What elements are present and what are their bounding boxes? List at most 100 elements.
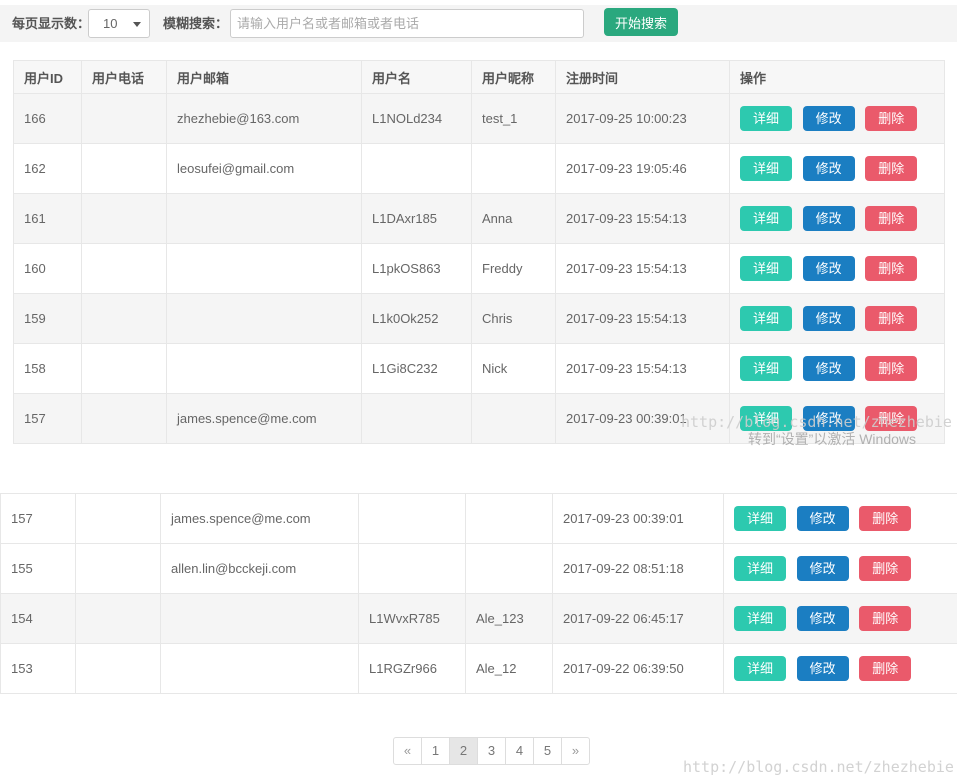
detail-button[interactable]: 详细	[734, 506, 786, 531]
cell-register-time: 2017-09-23 00:39:01	[556, 394, 730, 444]
cell-user-phone	[82, 344, 167, 394]
cell-actions: 详细 修改 删除	[724, 544, 957, 594]
cell-user-phone	[82, 144, 167, 194]
cell-nickname: Ale_12	[466, 644, 553, 694]
cell-user-email: leosufei@gmail.com	[167, 144, 362, 194]
pagination-page-2-active[interactable]: 2	[449, 737, 478, 765]
header-nickname: 用户昵称	[472, 61, 556, 94]
per-page-select[interactable]: 10	[88, 9, 150, 38]
cell-user-id: 162	[14, 144, 82, 194]
edit-button[interactable]: 修改	[797, 506, 849, 531]
edit-button[interactable]: 修改	[797, 606, 849, 631]
detail-button[interactable]: 详细	[734, 606, 786, 631]
edit-button[interactable]: 修改	[803, 306, 855, 331]
delete-button[interactable]: 删除	[859, 606, 911, 631]
cell-user-email	[167, 194, 362, 244]
cell-actions: 详细 修改 删除	[730, 244, 945, 294]
edit-button[interactable]: 修改	[803, 206, 855, 231]
cell-register-time: 2017-09-22 08:51:18	[553, 544, 724, 594]
delete-button[interactable]: 删除	[865, 356, 917, 381]
detail-button[interactable]: 详细	[740, 356, 792, 381]
per-page-selected-value: 10	[103, 10, 117, 37]
cell-nickname: Freddy	[472, 244, 556, 294]
delete-button[interactable]: 删除	[859, 506, 911, 531]
cell-user-phone	[76, 494, 161, 544]
cell-register-time: 2017-09-23 19:05:46	[556, 144, 730, 194]
cell-username	[362, 394, 472, 444]
cell-username: L1Gi8C232	[362, 344, 472, 394]
detail-button[interactable]: 详细	[734, 656, 786, 681]
pagination-prev[interactable]: «	[393, 737, 422, 765]
cell-user-id: 160	[14, 244, 82, 294]
detail-button[interactable]: 详细	[740, 106, 792, 131]
cell-actions: 详细 修改 删除	[724, 644, 957, 694]
pagination-next[interactable]: »	[561, 737, 590, 765]
delete-button[interactable]: 删除	[859, 556, 911, 581]
table-row: 155 allen.lin@bcckeji.com 2017-09-22 08:…	[1, 544, 957, 594]
delete-button[interactable]: 删除	[859, 656, 911, 681]
per-page-label: 每页显示数：	[12, 5, 90, 42]
cell-user-email	[167, 244, 362, 294]
cell-nickname	[466, 544, 553, 594]
edit-button[interactable]: 修改	[803, 106, 855, 131]
cell-user-email: james.spence@me.com	[167, 394, 362, 444]
table-row: 159 L1k0Ok252 Chris 2017-09-23 15:54:13 …	[14, 294, 945, 344]
pagination-page-5[interactable]: 5	[533, 737, 562, 765]
table-row: 153 L1RGZr966 Ale_12 2017-09-22 06:39:50…	[1, 644, 957, 694]
edit-button[interactable]: 修改	[803, 156, 855, 181]
cell-user-id: 166	[14, 94, 82, 144]
cell-actions: 详细 修改 删除	[730, 394, 945, 444]
header-user-phone: 用户电话	[82, 61, 167, 94]
cell-register-time: 2017-09-25 10:00:23	[556, 94, 730, 144]
edit-button[interactable]: 修改	[797, 656, 849, 681]
user-table-section2: 157 james.spence@me.com 2017-09-23 00:39…	[0, 493, 957, 694]
cell-user-email	[167, 294, 362, 344]
detail-button[interactable]: 详细	[740, 256, 792, 281]
edit-button[interactable]: 修改	[803, 356, 855, 381]
cell-user-email: allen.lin@bcckeji.com	[161, 544, 359, 594]
cell-user-id: 157	[1, 494, 76, 544]
cell-actions: 详细 修改 删除	[730, 194, 945, 244]
cell-user-id: 155	[1, 544, 76, 594]
search-input[interactable]	[230, 9, 584, 38]
delete-button[interactable]: 删除	[865, 156, 917, 181]
cell-nickname: Chris	[472, 294, 556, 344]
cell-user-email	[161, 594, 359, 644]
cell-username: L1pkOS863	[362, 244, 472, 294]
cell-nickname: test_1	[472, 94, 556, 144]
table-row: 154 L1WvxR785 Ale_123 2017-09-22 06:45:1…	[1, 594, 957, 644]
control-bar: 每页显示数： 10 模糊搜索： 开始搜索	[0, 5, 957, 42]
cell-actions: 详细 修改 删除	[730, 94, 945, 144]
cell-register-time: 2017-09-23 15:54:13	[556, 294, 730, 344]
header-username: 用户名	[362, 61, 472, 94]
pagination-page-4[interactable]: 4	[505, 737, 534, 765]
edit-button[interactable]: 修改	[803, 406, 855, 431]
pagination-page-1[interactable]: 1	[421, 737, 450, 765]
edit-button[interactable]: 修改	[803, 256, 855, 281]
delete-button[interactable]: 删除	[865, 106, 917, 131]
detail-button[interactable]: 详细	[740, 306, 792, 331]
pagination-page-3[interactable]: 3	[477, 737, 506, 765]
detail-button[interactable]: 详细	[734, 556, 786, 581]
cell-user-phone	[82, 194, 167, 244]
table-row: 158 L1Gi8C232 Nick 2017-09-23 15:54:13 详…	[14, 344, 945, 394]
delete-button[interactable]: 删除	[865, 206, 917, 231]
cell-register-time: 2017-09-22 06:39:50	[553, 644, 724, 694]
pagination: « 1 2 3 4 5 »	[393, 737, 590, 765]
start-search-button[interactable]: 开始搜索	[604, 8, 678, 36]
delete-button[interactable]: 删除	[865, 406, 917, 431]
cell-nickname: Nick	[472, 344, 556, 394]
cell-actions: 详细 修改 删除	[724, 494, 957, 544]
cell-user-phone	[76, 644, 161, 694]
detail-button[interactable]: 详细	[740, 156, 792, 181]
cell-user-email: james.spence@me.com	[161, 494, 359, 544]
delete-button[interactable]: 删除	[865, 306, 917, 331]
cell-register-time: 2017-09-23 15:54:13	[556, 194, 730, 244]
delete-button[interactable]: 删除	[865, 256, 917, 281]
cell-register-time: 2017-09-23 00:39:01	[553, 494, 724, 544]
detail-button[interactable]: 详细	[740, 406, 792, 431]
edit-button[interactable]: 修改	[797, 556, 849, 581]
table-header-row: 用户ID 用户电话 用户邮箱 用户名 用户昵称 注册时间 操作	[14, 61, 945, 94]
cell-nickname: Ale_123	[466, 594, 553, 644]
detail-button[interactable]: 详细	[740, 206, 792, 231]
